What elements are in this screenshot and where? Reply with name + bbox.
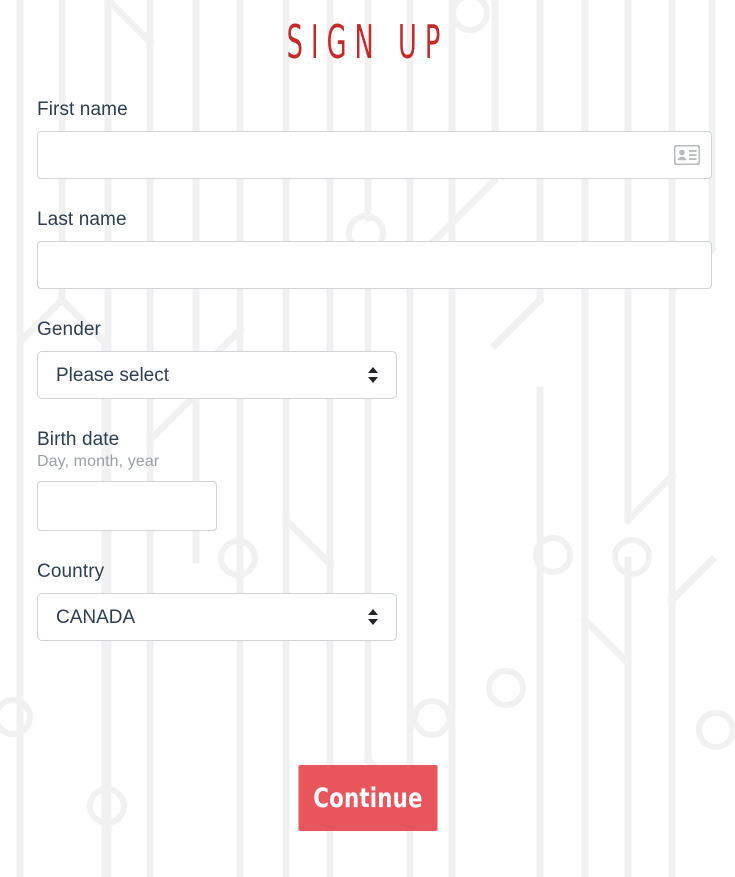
last-name-input[interactable] bbox=[37, 241, 712, 289]
last-name-input-wrap bbox=[37, 241, 712, 289]
label-first-name: First name bbox=[37, 99, 128, 120]
first-name-input-wrap bbox=[37, 131, 712, 179]
id-card-icon bbox=[673, 144, 701, 166]
continue-button[interactable]: Continue bbox=[297, 765, 438, 831]
label-country: Country bbox=[37, 561, 105, 582]
field-country: Country CANADA bbox=[37, 560, 712, 641]
country-select[interactable]: CANADA bbox=[37, 593, 397, 641]
sublabel-birth-date: Day, month, year bbox=[37, 453, 160, 470]
label-birth-date: Birth date bbox=[37, 429, 120, 450]
field-first-name: First name bbox=[37, 98, 712, 179]
field-last-name: Last name bbox=[37, 208, 712, 289]
first-name-input[interactable] bbox=[37, 131, 712, 179]
birth-date-input[interactable] bbox=[37, 481, 217, 531]
gender-select-wrap: Please select bbox=[37, 351, 397, 399]
country-select-wrap: CANADA bbox=[37, 593, 397, 641]
label-gender: Gender bbox=[37, 319, 101, 340]
signup-form: First name Last name Gender Please selec… bbox=[37, 98, 712, 641]
page-title: SIGN UP bbox=[286, 15, 449, 69]
label-last-name: Last name bbox=[37, 209, 127, 230]
form-actions: Continue bbox=[0, 765, 735, 831]
gender-select[interactable]: Please select bbox=[37, 351, 397, 399]
field-gender: Gender Please select bbox=[37, 318, 712, 399]
field-birth-date: Birth date Day, month, year bbox=[37, 428, 712, 531]
birth-date-input-wrap bbox=[37, 481, 712, 531]
signup-page: SIGN UP First name Last name Gender Plea… bbox=[0, 0, 735, 877]
